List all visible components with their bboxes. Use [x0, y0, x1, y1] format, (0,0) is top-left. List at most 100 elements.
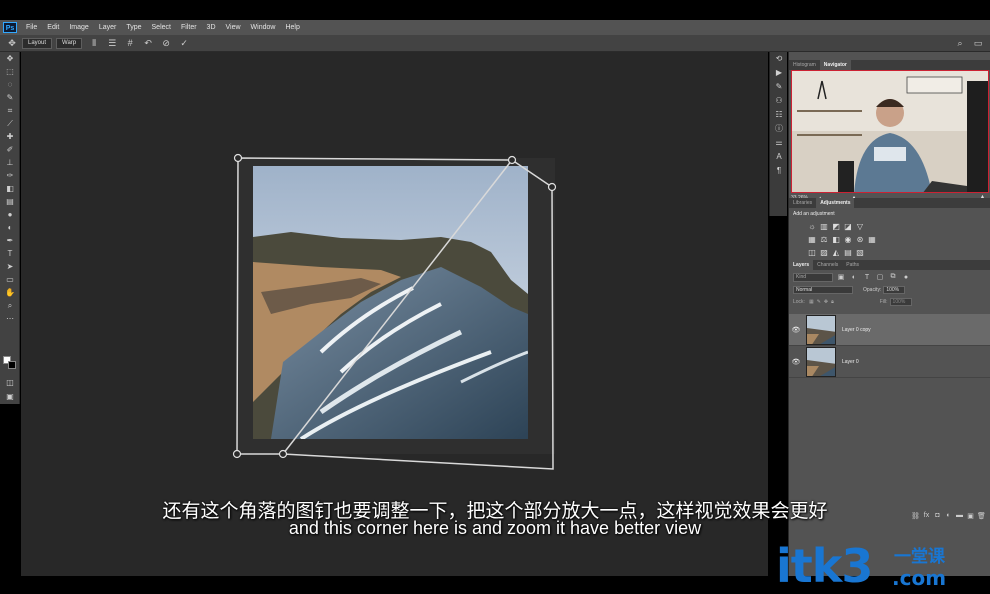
filter-type-icon[interactable]: T [862, 274, 872, 281]
cancel-transform-icon[interactable]: ⊘ [160, 37, 172, 49]
quick-mask-icon[interactable]: ◫ [0, 376, 20, 389]
rectangle-tool-icon[interactable]: ▭ [0, 273, 20, 286]
gradient-map-icon[interactable]: ▤ [843, 248, 853, 258]
navigator-preview[interactable] [791, 70, 989, 193]
marquee-tool-icon[interactable]: ⬚ [0, 65, 20, 78]
layout-button[interactable]: Layout [22, 37, 53, 49]
blend-mode-select[interactable]: Normal [793, 286, 853, 294]
tab-adjustments[interactable]: Adjustments [816, 198, 855, 208]
tab-libraries[interactable]: Libraries [789, 198, 816, 208]
eraser-tool-icon[interactable]: ◧ [0, 182, 20, 195]
brush-preset-icon[interactable]: ✎ [770, 80, 788, 94]
menu-image[interactable]: Image [64, 24, 93, 31]
color-lookup-icon[interactable]: ▦ [867, 235, 877, 245]
brightness-icon[interactable]: ☼ [807, 222, 817, 232]
exposure-icon[interactable]: ◪ [843, 222, 853, 232]
quick-select-tool-icon[interactable]: ✎ [0, 91, 20, 104]
history-icon[interactable]: ⟲ [770, 52, 788, 66]
lock-position-icon[interactable]: ✥ [824, 299, 828, 305]
filter-adjustment-icon[interactable]: ◐ [849, 274, 859, 281]
fill-field[interactable]: 100% [889, 298, 912, 306]
split-horizontal-icon[interactable]: ☰ [106, 37, 118, 49]
screen-mode-icon[interactable]: ▣ [0, 390, 20, 403]
visibility-eye-icon[interactable]: 👁︎ [789, 358, 803, 366]
channel-mixer-icon[interactable]: ⊛ [855, 235, 865, 245]
brush-tool-icon[interactable]: ✐ [0, 143, 20, 156]
zoom-tool-icon[interactable]: ⌕ [0, 299, 20, 312]
search-icon[interactable]: ⌕ [954, 37, 966, 49]
warp-button[interactable]: Warp [56, 37, 83, 49]
split-grid-icon[interactable]: # [124, 37, 136, 49]
menu-type[interactable]: Type [121, 24, 146, 31]
lock-transparent-icon[interactable]: ▦ [809, 299, 814, 305]
tab-navigator[interactable]: Navigator [819, 60, 851, 70]
threshold-icon[interactable]: ◭ [831, 248, 841, 258]
vibrance-icon[interactable]: ▽ [855, 222, 865, 232]
reset-icon[interactable]: ↶ [142, 37, 154, 49]
tab-layers[interactable]: Layers [789, 260, 814, 270]
invert-icon[interactable]: ◫ [807, 248, 817, 258]
lock-pixels-icon[interactable]: ✎ [817, 299, 821, 305]
tab-histogram[interactable]: Histogram [789, 60, 820, 70]
pin-handle[interactable] [278, 449, 288, 459]
layer-row[interactable]: 👁︎ Layer 0 [789, 346, 990, 378]
pen-tool-icon[interactable]: ✒ [0, 234, 20, 247]
pin-handle[interactable] [507, 155, 517, 165]
actions-icon[interactable]: ▶ [770, 66, 788, 80]
menu-select[interactable]: Select [147, 24, 176, 31]
black-white-icon[interactable]: ◧ [831, 235, 841, 245]
hue-saturation-icon[interactable]: ▦ [807, 235, 817, 245]
split-vertical-icon[interactable]: ⦀ [88, 37, 100, 49]
visibility-eye-icon[interactable]: 👁︎ [789, 326, 803, 334]
color-balance-icon[interactable]: ⚖ [819, 235, 829, 245]
levels-icon[interactable]: ▥ [819, 222, 829, 232]
healing-brush-tool-icon[interactable]: ✚ [0, 130, 20, 143]
menu-file[interactable]: File [21, 24, 42, 31]
filter-smart-icon[interactable]: ⧉ [888, 273, 898, 281]
menu-help[interactable]: Help [280, 24, 304, 31]
menu-layer[interactable]: Layer [94, 24, 122, 31]
crop-tool-icon[interactable]: ⌗ [0, 104, 20, 117]
layer-name[interactable]: Layer 0 copy [842, 327, 871, 333]
more-tools-icon[interactable]: ⋯ [0, 312, 20, 325]
clone-source-icon[interactable]: ⚇ [770, 94, 788, 108]
character-icon[interactable]: A [770, 150, 788, 164]
curves-icon[interactable]: ◩ [831, 222, 841, 232]
pin-handle[interactable] [233, 153, 243, 163]
menu-edit[interactable]: Edit [42, 24, 64, 31]
filter-pixel-icon[interactable]: ▣ [836, 273, 846, 281]
menu-3d[interactable]: 3D [202, 24, 221, 31]
history-brush-tool-icon[interactable]: ✑ [0, 169, 20, 182]
dodge-tool-icon[interactable]: ◐ [0, 221, 20, 234]
filter-toggle-icon[interactable]: ● [901, 274, 911, 281]
photo-filter-icon[interactable]: ◉ [843, 235, 853, 245]
hand-tool-icon[interactable]: ✋ [0, 286, 20, 299]
info-icon[interactable]: ⓘ [770, 122, 788, 136]
gradient-tool-icon[interactable]: ▤ [0, 195, 20, 208]
workspace-icon[interactable]: ▭ [972, 37, 984, 49]
menu-filter[interactable]: Filter [176, 24, 202, 31]
blur-tool-icon[interactable]: ● [0, 208, 20, 221]
swatches-icon[interactable]: ⚌ [770, 136, 788, 150]
tab-channels[interactable]: Channels [813, 260, 842, 270]
menu-window[interactable]: Window [246, 24, 281, 31]
move-tool-icon[interactable]: ✥ [0, 52, 20, 65]
commit-transform-icon[interactable]: ✓ [178, 37, 190, 49]
layer-kind-filter[interactable]: Kind [793, 272, 833, 282]
layer-row[interactable]: 👁︎ Layer 0 copy [789, 314, 990, 346]
lock-all-icon[interactable]: 🔒︎ [831, 299, 834, 305]
filter-shape-icon[interactable]: ▢ [875, 273, 885, 281]
paragraph-icon[interactable]: ¶ [770, 164, 788, 178]
selective-color-icon[interactable]: ▧ [855, 248, 865, 258]
eyedropper-tool-icon[interactable]: ⟋ [0, 117, 20, 130]
pin-handle[interactable] [232, 449, 242, 459]
pin-handle[interactable] [547, 182, 557, 192]
type-tool-icon[interactable]: T [0, 247, 20, 260]
properties-icon[interactable]: ☷ [770, 108, 788, 122]
clone-stamp-tool-icon[interactable]: ⊥ [0, 156, 20, 169]
posterize-icon[interactable]: ▨ [819, 248, 829, 258]
background-color-swatch[interactable] [8, 361, 16, 369]
opacity-field[interactable]: 100% [883, 286, 906, 294]
layer-name[interactable]: Layer 0 [842, 359, 859, 365]
path-select-tool-icon[interactable]: ➤ [0, 260, 20, 273]
